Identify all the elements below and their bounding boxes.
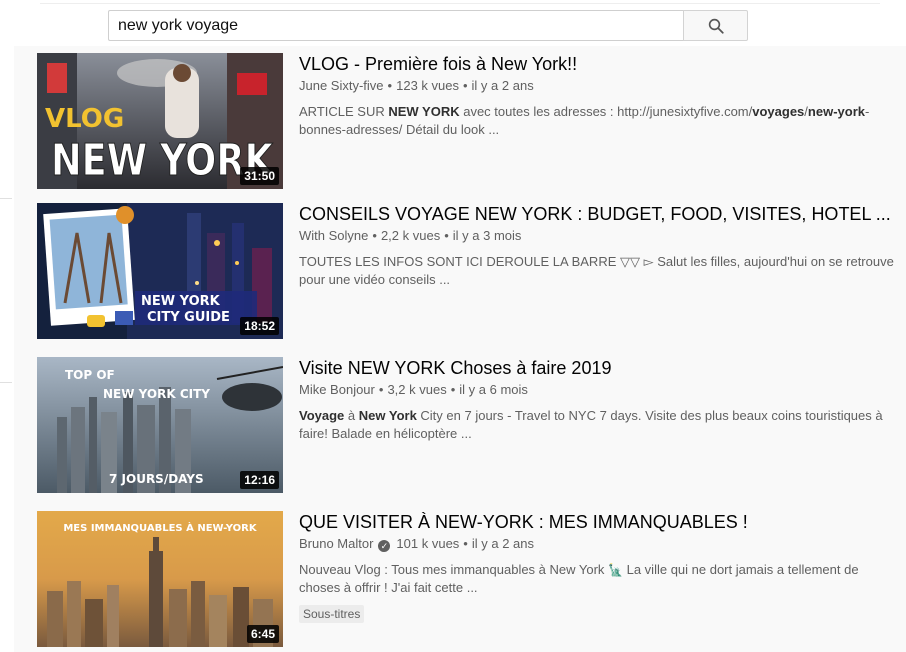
video-duration: 31:50 xyxy=(240,167,279,185)
search-input[interactable] xyxy=(108,10,684,41)
sidebar-strip xyxy=(0,0,14,652)
thumb-text: NEW YORK xyxy=(141,294,221,309)
video-result[interactable]: NEW YORK CITY GUIDE 18:52 CONSEILS VOYAG… xyxy=(37,203,906,343)
channel-name[interactable]: With Solyne xyxy=(299,228,368,243)
video-title[interactable]: VLOG - Première fois à New York!! xyxy=(299,53,899,75)
video-title[interactable]: CONSEILS VOYAGE NEW YORK : BUDGET, FOOD,… xyxy=(299,203,899,225)
video-title[interactable]: QUE VISITER À NEW-YORK : MES IMMANQUABLE… xyxy=(299,511,899,533)
upload-age: il y a 2 ans xyxy=(471,78,534,93)
view-count: 123 k vues xyxy=(396,78,459,93)
verified-check-icon: ✓ xyxy=(378,540,391,552)
thumb-text: CITY GUIDE xyxy=(147,310,230,325)
thumb-text: 7 JOURS/DAYS xyxy=(109,472,204,486)
divider xyxy=(40,0,880,4)
video-info: VLOG - Première fois à New York!! June S… xyxy=(299,53,899,139)
upload-age: il y a 6 mois xyxy=(459,382,528,397)
search-header xyxy=(0,0,906,46)
divider xyxy=(0,198,12,199)
view-count: 2,2 k vues xyxy=(380,228,441,243)
video-meta: June Sixty-five • 123 k vues • il y a 2 ans xyxy=(299,78,534,93)
subtitles-badge: Sous-titres xyxy=(299,605,365,623)
thumb-text: MES IMMANQUABLES À NEW-YORK xyxy=(63,521,258,534)
video-duration: 6:45 xyxy=(246,625,279,643)
video-meta: With Solyne • 2,2 k vues • il y a 3 mois xyxy=(299,228,522,243)
view-count: 3,2 k vues xyxy=(387,382,447,397)
video-description: ARTICLE SUR NEW YORK avec toutes les adr… xyxy=(299,104,870,137)
video-duration: 12:16 xyxy=(240,471,279,489)
video-duration: 18:52 xyxy=(240,317,279,335)
video-description: Voyage à New York City en 7 jours - Trav… xyxy=(299,408,883,441)
thumb-text: VLOG xyxy=(45,104,124,134)
channel-name[interactable]: Bruno Maltor xyxy=(299,536,373,551)
video-thumbnail[interactable]: TOP OF NEW YORK CITY 7 JOURS/DAYS 12:16 xyxy=(37,357,283,493)
video-thumbnail[interactable]: VLOG NEW YORK 31:50 xyxy=(37,53,283,189)
search-button[interactable] xyxy=(683,10,748,41)
search-icon xyxy=(708,18,724,34)
upload-age: il y a 3 mois xyxy=(452,228,522,243)
video-title[interactable]: Visite NEW YORK Choses à faire 2019 xyxy=(299,357,899,379)
upload-age: il y a 2 ans xyxy=(471,536,535,551)
divider xyxy=(0,382,12,383)
channel-name[interactable]: Mike Bonjour xyxy=(299,382,375,397)
view-count: 101 k vues xyxy=(396,536,460,551)
video-result[interactable]: TOP OF NEW YORK CITY 7 JOURS/DAYS 12:16 … xyxy=(37,357,906,497)
video-info: Visite NEW YORK Choses à faire 2019 Mike… xyxy=(299,357,899,443)
video-thumbnail[interactable]: MES IMMANQUABLES À NEW-YORK 6:45 xyxy=(37,511,283,647)
video-result[interactable]: MES IMMANQUABLES À NEW-YORK 6:45 QUE VIS… xyxy=(37,511,906,651)
video-info: QUE VISITER À NEW-YORK : MES IMMANQUABLE… xyxy=(299,511,899,623)
thumb-text: NEW YORK CITY xyxy=(103,387,210,401)
video-info: CONSEILS VOYAGE NEW YORK : BUDGET, FOOD,… xyxy=(299,203,899,289)
thumb-text: TOP OF xyxy=(65,368,115,382)
video-meta: Mike Bonjour • 3,2 k vues • il y a 6 mois xyxy=(299,382,528,397)
channel-name[interactable]: June Sixty-five xyxy=(299,78,384,93)
video-thumbnail[interactable]: NEW YORK CITY GUIDE 18:52 xyxy=(37,203,283,339)
video-result[interactable]: VLOG NEW YORK 31:50 VLOG - Première fois… xyxy=(37,53,906,193)
statue-of-liberty-icon: 🗽 xyxy=(608,563,623,577)
video-description: TOUTES LES INFOS SONT ICI DEROULE LA BAR… xyxy=(299,254,894,287)
video-description: Nouveau Vlog : Tous mes immanquables à N… xyxy=(299,562,859,595)
video-meta: Bruno Maltor ✓ 101 k vues • il y a 2 ans xyxy=(299,536,535,552)
